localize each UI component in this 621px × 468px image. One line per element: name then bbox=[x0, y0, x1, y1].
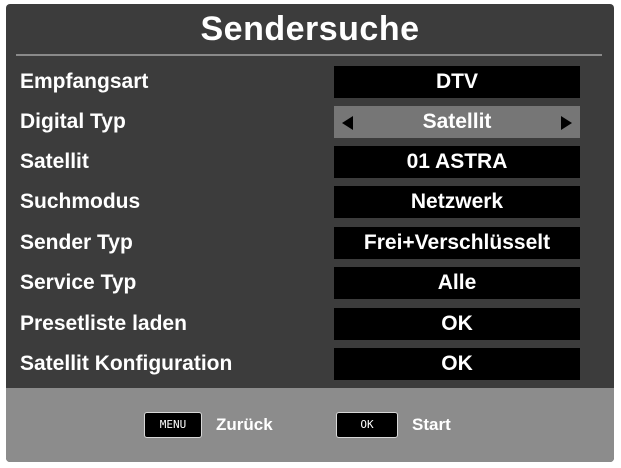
setting-row-satellit-konfiguration[interactable]: Satellit Konfiguration OK bbox=[6, 346, 614, 382]
setting-value[interactable]: DTV bbox=[334, 66, 580, 98]
start-hint[interactable]: OK Start bbox=[336, 412, 456, 438]
setting-label: Presetliste laden bbox=[20, 312, 187, 335]
start-label: Start bbox=[412, 415, 451, 434]
arrow-right-icon[interactable] bbox=[561, 116, 572, 130]
setting-row-satellit[interactable]: Satellit 01 ASTRA bbox=[6, 144, 614, 180]
ok-key-icon[interactable]: OK bbox=[336, 412, 398, 438]
setting-value[interactable]: Frei+Verschlüsselt bbox=[334, 227, 580, 259]
setting-label: Sender Typ bbox=[20, 231, 133, 254]
setting-row-presetliste-laden[interactable]: Presetliste laden OK bbox=[6, 306, 614, 342]
setting-label: Digital Typ bbox=[20, 110, 126, 133]
setting-value-selector[interactable]: Satellit bbox=[334, 106, 580, 138]
setting-value[interactable]: OK bbox=[334, 348, 580, 380]
title-divider bbox=[16, 54, 602, 56]
menu-key-icon[interactable]: MENU bbox=[144, 412, 202, 438]
setting-label: Empfangsart bbox=[20, 70, 149, 93]
setting-label: Suchmodus bbox=[20, 190, 141, 213]
setting-label: Service Typ bbox=[20, 271, 137, 294]
setting-value: Satellit bbox=[422, 110, 492, 133]
back-hint[interactable]: MENU Zurück bbox=[144, 412, 284, 438]
channel-search-dialog: Sendersuche Empfangsart DTV Digital Typ … bbox=[6, 4, 614, 462]
setting-label: Satellit Konfiguration bbox=[20, 352, 233, 375]
setting-value[interactable]: Alle bbox=[334, 267, 580, 299]
setting-row-sender-typ[interactable]: Sender Typ Frei+Verschlüsselt bbox=[6, 225, 614, 261]
setting-value[interactable]: OK bbox=[334, 308, 580, 340]
setting-label: Satellit bbox=[20, 150, 89, 173]
setting-row-suchmodus[interactable]: Suchmodus Netzwerk bbox=[6, 184, 614, 220]
setting-row-empfangsart[interactable]: Empfangsart DTV bbox=[6, 64, 614, 100]
setting-value[interactable]: Netzwerk bbox=[334, 186, 580, 218]
arrow-left-icon[interactable] bbox=[342, 116, 353, 130]
setting-row-digital-typ[interactable]: Digital Typ Satellit bbox=[6, 104, 614, 140]
setting-row-service-typ[interactable]: Service Typ Alle bbox=[6, 265, 614, 301]
button-hint-bar: MENU Zurück OK Start bbox=[6, 388, 614, 462]
setting-value[interactable]: 01 ASTRA bbox=[334, 146, 580, 178]
dialog-title: Sendersuche bbox=[200, 10, 420, 48]
back-label: Zurück bbox=[216, 415, 273, 434]
